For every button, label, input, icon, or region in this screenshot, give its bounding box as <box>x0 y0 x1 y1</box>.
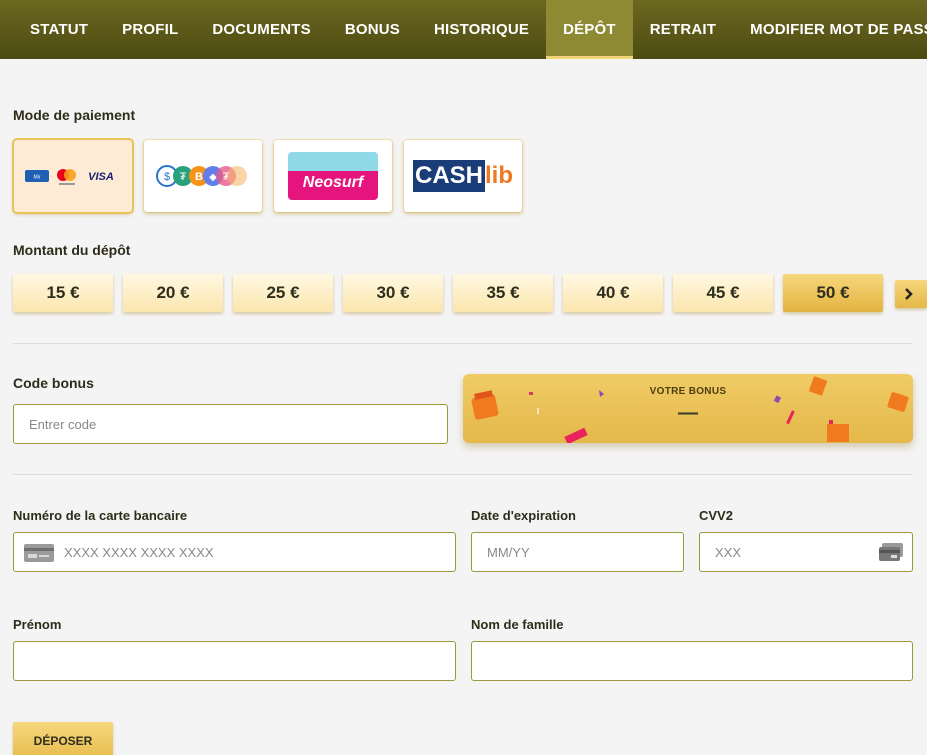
payment-method-cards[interactable]: Mir VISA <box>14 140 132 212</box>
bonus-code-label: Code bonus <box>13 375 94 391</box>
expiry-label: Date d'expiration <box>471 508 576 523</box>
amount-option[interactable]: 25 € <box>233 274 333 312</box>
svg-text:B: B <box>195 171 203 183</box>
amount-option-selected[interactable]: 50 € <box>783 274 883 312</box>
amount-option[interactable]: 30 € <box>343 274 443 312</box>
amount-option[interactable]: 20 € <box>123 274 223 312</box>
chevron-right-icon <box>905 288 913 300</box>
svg-text:Mir: Mir <box>34 175 41 181</box>
bonus-card-title: VOTRE BONUS <box>649 386 727 397</box>
tab-documents[interactable]: DOCUMENTS <box>195 0 327 59</box>
amount-option[interactable]: 45 € <box>673 274 773 312</box>
cvv-card-icon <box>879 543 903 561</box>
first-name-field[interactable] <box>13 641 456 681</box>
svg-text:$: $ <box>164 171 170 183</box>
bonus-card: VOTRE BONUS — <box>463 374 913 443</box>
divider <box>13 474 912 475</box>
tab-profil[interactable]: PROFIL <box>105 0 195 59</box>
card-number-input[interactable] <box>14 533 455 571</box>
svg-text:◆: ◆ <box>209 172 217 183</box>
card-number-field[interactable] <box>13 532 456 572</box>
cvv-field[interactable] <box>699 532 913 572</box>
deposit-button[interactable]: DÉPOSER <box>13 722 113 755</box>
amount-option[interactable]: 40 € <box>563 274 663 312</box>
bonus-code-field[interactable] <box>13 404 448 444</box>
divider <box>13 343 912 344</box>
amount-option[interactable]: 15 € <box>13 274 113 312</box>
payment-mode-label: Mode de paiement <box>13 107 136 123</box>
svg-text:₮: ₮ <box>180 171 187 183</box>
expiry-field[interactable] <box>471 532 684 572</box>
payment-method-neosurf[interactable]: Neosurf <box>274 140 392 212</box>
tab-depot[interactable]: DÉPÔT <box>546 0 633 59</box>
crypto-coins-icon: $ ₮ B ◆ ₮ <box>156 165 247 187</box>
first-name-input[interactable] <box>14 642 455 680</box>
tab-statut[interactable]: STATUT <box>13 0 105 59</box>
tab-bonus[interactable]: BONUS <box>328 0 417 59</box>
tab-retrait[interactable]: RETRAIT <box>633 0 733 59</box>
cvv-label: CVV2 <box>699 508 733 523</box>
svg-text:VISA: VISA <box>88 171 114 183</box>
credit-card-icon <box>24 544 54 562</box>
last-name-input[interactable] <box>472 642 912 680</box>
expiry-input[interactable] <box>472 533 683 571</box>
amount-option[interactable]: 35 € <box>453 274 553 312</box>
card-number-label: Numéro de la carte bancaire <box>13 508 188 523</box>
bonus-card-value: — <box>678 402 698 424</box>
payment-method-crypto[interactable]: $ ₮ B ◆ ₮ <box>144 140 262 212</box>
last-name-field[interactable] <box>471 641 913 681</box>
bonus-code-input[interactable] <box>14 405 447 443</box>
first-name-label: Prénom <box>13 617 62 632</box>
amount-next-button[interactable] <box>895 280 927 308</box>
payment-method-cashlib[interactable]: CASH lib <box>404 140 522 212</box>
tab-historique[interactable]: HISTORIQUE <box>417 0 546 59</box>
tab-modifier-mot-de-passe[interactable]: MODIFIER MOT DE PASSE <box>733 0 927 59</box>
neosurf-logo: Neosurf <box>288 152 378 200</box>
svg-text:₮: ₮ <box>223 171 230 183</box>
top-nav: STATUT PROFIL DOCUMENTS BONUS HISTORIQUE… <box>0 0 927 59</box>
last-name-label: Nom de famille <box>471 617 564 632</box>
card-brands-icon: Mir VISA <box>25 169 114 185</box>
amount-label: Montant du dépôt <box>13 242 131 258</box>
cashlib-logo: CASH lib <box>412 160 513 192</box>
